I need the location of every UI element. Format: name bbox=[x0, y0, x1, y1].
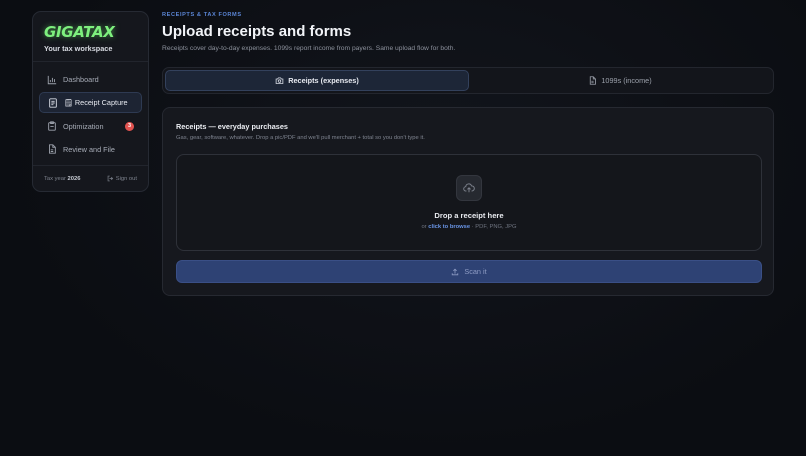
sidebar: GIGATAX Your tax workspace Dashboard 🗒 R… bbox=[32, 11, 149, 192]
brand: GIGATAX Your tax workspace bbox=[33, 12, 148, 62]
dropzone-prefix: or bbox=[421, 224, 427, 230]
sidebar-item-label: Review and File bbox=[63, 144, 115, 154]
page-title: Upload receipts and forms bbox=[162, 23, 352, 40]
tab-label: 1099s (income) bbox=[601, 76, 652, 85]
sidebar-nav: Dashboard 🗒 Receipt Capture Optimization… bbox=[33, 62, 148, 160]
sidebar-item-label: Dashboard bbox=[63, 75, 99, 84]
scan-button-label: Scan it bbox=[464, 267, 487, 276]
sidebar-footer: Tax year 2026 Sign out bbox=[33, 165, 148, 191]
upload-cloud-icon bbox=[456, 175, 482, 201]
sidebar-item-emoji: 🗒 bbox=[64, 99, 73, 107]
tab-label: Receipts (expenses) bbox=[288, 76, 359, 85]
dropzone-formats: · PDF, PNG, JPG bbox=[471, 224, 517, 230]
document-icon bbox=[590, 76, 597, 85]
sign-out-button[interactable]: Sign out bbox=[107, 175, 137, 182]
tax-year-value: 2026 bbox=[67, 175, 81, 182]
document-icon bbox=[47, 144, 57, 155]
sidebar-item-review-and-file[interactable]: Review and File bbox=[39, 139, 142, 160]
dropzone-title: Drop a receipt here bbox=[434, 211, 504, 220]
optimization-count-badge: 3 bbox=[125, 121, 134, 131]
receipt-dropzone[interactable]: Drop a receipt here or click to browse ·… bbox=[176, 154, 762, 251]
sidebar-item-receipt-capture[interactable]: 🗒 Receipt Capture bbox=[39, 92, 142, 114]
upload-type-tabs: Receipts (expenses) 1099s (income) bbox=[162, 67, 774, 94]
tab-receipts[interactable]: Receipts (expenses) bbox=[165, 70, 469, 91]
tab-1099s[interactable]: 1099s (income) bbox=[469, 70, 771, 91]
sidebar-item-dashboard[interactable]: Dashboard bbox=[39, 69, 142, 90]
browse-link[interactable]: click to browse bbox=[428, 224, 470, 230]
receipt-icon bbox=[48, 98, 58, 108]
sidebar-item-optimization[interactable]: Optimization 3 bbox=[39, 116, 142, 137]
upload-icon bbox=[452, 268, 459, 275]
tax-year: Tax year 2026 bbox=[44, 176, 80, 182]
card-description: Gas, gear, software, whatever. Drop a pi… bbox=[176, 135, 425, 141]
page-eyebrow: RECEIPTS & TAX FORMS bbox=[162, 12, 242, 18]
sign-out-icon bbox=[107, 175, 113, 182]
logo[interactable]: GIGATAX bbox=[44, 23, 137, 41]
sidebar-item-label: Optimization bbox=[63, 121, 104, 131]
tax-year-label: Tax year bbox=[44, 175, 66, 182]
clipboard-icon bbox=[47, 121, 57, 131]
upload-card: Receipts — everyday purchases Gas, gear,… bbox=[162, 107, 774, 296]
tagline: Your tax workspace bbox=[44, 44, 113, 53]
camera-icon bbox=[275, 77, 284, 84]
sidebar-item-label: Receipt Capture bbox=[74, 98, 128, 108]
sign-out-label: Sign out bbox=[115, 175, 137, 182]
scan-button[interactable]: Scan it bbox=[176, 260, 762, 283]
card-title: Receipts — everyday purchases bbox=[176, 122, 288, 131]
page-subtitle: Receipts cover day-to-day expenses. 1099… bbox=[162, 45, 456, 52]
bar-chart-icon bbox=[47, 75, 57, 85]
dropzone-hint: or click to browse · PDF, PNG, JPG bbox=[177, 224, 761, 230]
